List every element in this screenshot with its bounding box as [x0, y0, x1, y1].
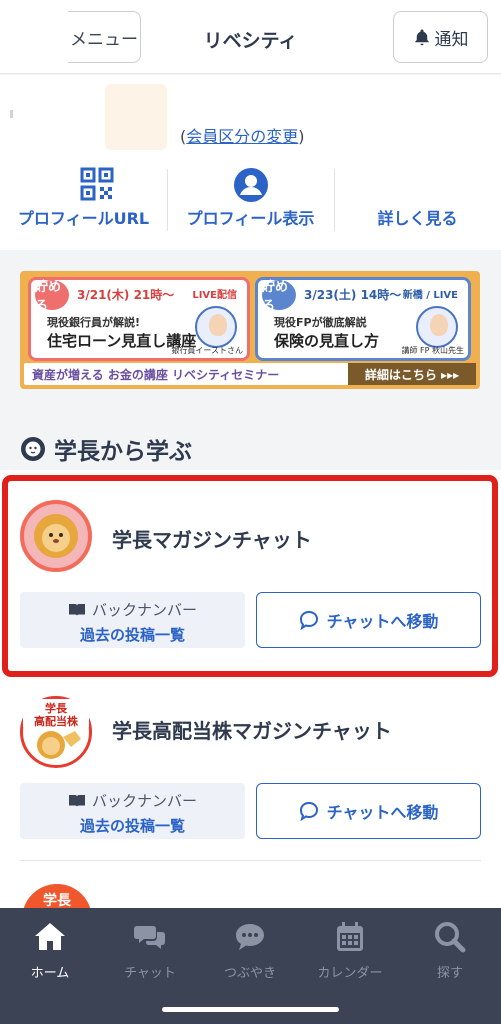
speaker-illustration: [195, 306, 237, 348]
chat-avatar: [20, 500, 92, 572]
details-button[interactable]: 詳しく見る: [334, 165, 501, 235]
member-type-change: (会員区分の変更): [180, 127, 305, 146]
svg-text:高配当株: 高配当株: [34, 714, 79, 728]
banner-tag: LIVE配信: [192, 290, 237, 301]
member-type-change-link[interactable]: 会員区分の変更: [186, 127, 298, 146]
banner-subtitle: 現役FPが徹底解説: [274, 316, 367, 329]
user-circle-icon: [233, 168, 268, 202]
back-number-label: バックナンバー: [91, 601, 197, 619]
profile-avatar[interactable]: [105, 84, 167, 150]
past-posts-link[interactable]: 過去の投稿一覧: [20, 815, 245, 836]
banner-date: 3/21(木) 21時〜: [77, 288, 175, 302]
nav-chat[interactable]: チャット: [100, 916, 200, 986]
nav-calendar[interactable]: カレンダー: [300, 916, 400, 986]
banner-speaker: 講師 FP 秋山先生: [401, 346, 464, 355]
book-icon: [68, 603, 85, 616]
back-number-button[interactable]: バックナンバー 過去の投稿一覧: [20, 783, 245, 839]
go-to-chat-label: チャットへ移動: [326, 803, 439, 822]
lion-dividend-icon: 学長 高配当株: [23, 699, 89, 759]
nav-home[interactable]: ホーム: [0, 916, 100, 986]
banner-badge: 貯める: [35, 280, 69, 314]
past-posts-link[interactable]: 過去の投稿一覧: [20, 624, 245, 645]
section-title-text: 学長から学ぶ: [54, 439, 192, 465]
notification-button[interactable]: 通知: [393, 11, 488, 63]
profile-url-label: プロフィールURL: [17, 209, 150, 228]
tweet-bubble-icon: [236, 924, 264, 950]
speaker-illustration: [416, 306, 458, 348]
bell-icon: [414, 29, 429, 46]
home-indicator: [162, 1007, 339, 1012]
chat-name[interactable]: 学長マガジンチャット: [112, 524, 312, 553]
book-icon: [68, 794, 85, 807]
chat-bubbles-icon: [134, 926, 165, 949]
chat-card: 学長 高配当株 学長高配当株マガジンチャット バックナンバー 過去の投稿一覧 チ…: [0, 682, 501, 860]
banner-detail-button[interactable]: 詳細はこちら ▸▸▸: [348, 363, 476, 385]
banner-badge: 貯める: [262, 280, 296, 314]
go-to-chat-button[interactable]: チャットへ移動: [256, 592, 481, 648]
banner-title: 保険の見直し方: [274, 332, 380, 350]
banner-tag: 新橋 / LIVE: [402, 290, 458, 301]
banner-footer-text: 資産が増える お金の講座 リベシティセミナー: [32, 368, 280, 382]
back-number-button[interactable]: バックナンバー 過去の投稿一覧: [20, 592, 245, 648]
chat-avatar: 学長 高配当株: [20, 696, 92, 768]
lion-icon: [21, 437, 45, 461]
banner-subtitle: 現役銀行員が解説!: [47, 316, 141, 329]
seminar-banner[interactable]: 貯める 3/21(木) 21時〜 LIVE配信 現役銀行員が解説! 住宅ローン見…: [20, 271, 480, 389]
profile-url-button[interactable]: プロフィールURL: [0, 165, 167, 235]
lion-mascot-icon: [34, 514, 78, 558]
speech-bubble-icon: [299, 801, 318, 821]
profile-section: (会員区分の変更) プロフィールURL プロフィール表示 詳しく見る: [0, 75, 501, 250]
notification-label: 通知: [434, 29, 469, 50]
go-to-chat-button[interactable]: チャットへ移動: [256, 783, 481, 839]
app-header: メニュー リベシティ 通知: [0, 0, 501, 74]
home-icon: [35, 923, 65, 950]
profile-view-button[interactable]: プロフィール表示: [167, 165, 334, 235]
section-title: 学長から学ぶ: [20, 432, 192, 466]
qr-code-icon: [80, 167, 114, 201]
banner-card-left: 貯める 3/21(木) 21時〜 LIVE配信 現役銀行員が解説! 住宅ローン見…: [28, 277, 250, 361]
banner-speaker: 銀行員イーストさん: [171, 346, 243, 355]
nav-search[interactable]: 探す: [400, 916, 500, 986]
profile-actions: プロフィールURL プロフィール表示 詳しく見る: [0, 165, 501, 235]
chat-name[interactable]: 学長高配当株マガジンチャット: [112, 715, 392, 744]
back-number-label: バックナンバー: [91, 792, 197, 810]
chat-card: 学長マガジンチャット バックナンバー 過去の投稿一覧 チャットへ移動: [0, 470, 501, 682]
nav-tweets[interactable]: つぶやき: [200, 916, 300, 986]
banner-footer: 資産が増える お金の講座 リベシティセミナー 詳細はこちら ▸▸▸: [24, 363, 476, 385]
profile-view-label: プロフィール表示: [186, 209, 315, 228]
search-icon: [435, 922, 466, 953]
divider-mark: [10, 110, 13, 118]
details-label: 詳しく見る: [377, 209, 458, 228]
speech-bubble-icon: [299, 610, 318, 630]
svg-text:学長: 学長: [45, 701, 68, 715]
divider: [20, 860, 481, 861]
go-to-chat-label: チャットへ移動: [326, 612, 439, 631]
banner-card-right: 貯める 3/23(土) 14時〜 新橋 / LIVE 現役FPが徹底解説 保険の…: [255, 277, 471, 361]
calendar-icon: [337, 922, 363, 951]
banner-date: 3/23(土) 14時〜: [304, 288, 402, 302]
